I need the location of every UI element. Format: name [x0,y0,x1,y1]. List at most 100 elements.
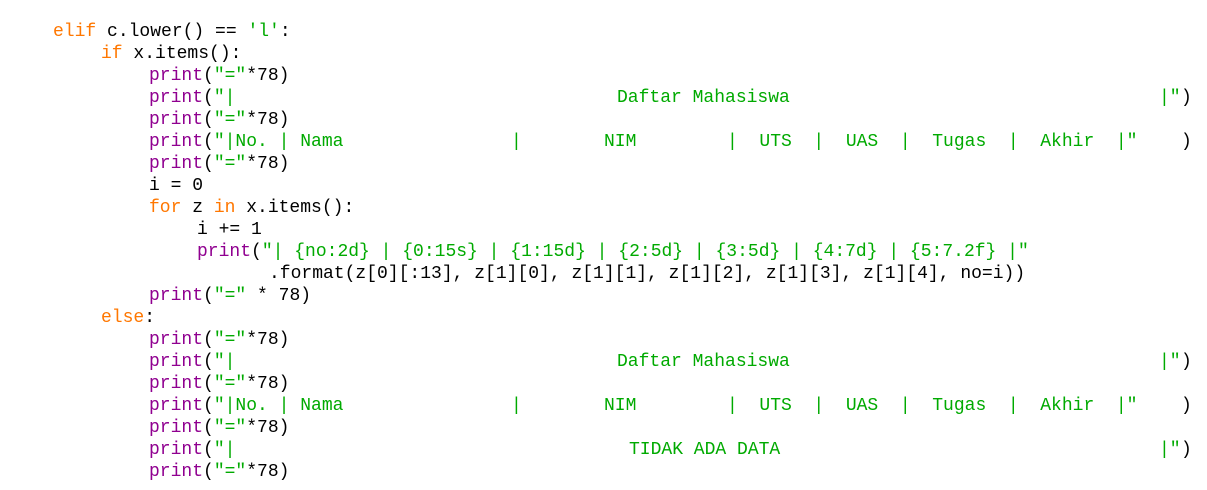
code-token: |" [1159,352,1181,372]
code-token: "=" [213,462,247,482]
code-token: x.items(): [235,198,355,218]
code-token: i = 0 [149,176,204,196]
code-token: elif [53,22,97,42]
code-token: print [149,132,204,152]
code-token: print [149,396,204,416]
code-token: print [197,242,252,262]
code-line: print("=" * 78) [0,285,1207,307]
code-token: ( [203,396,214,416]
code-token: "=" [213,66,247,86]
code-line: print("="*78) [0,373,1207,395]
code-token: print [149,330,204,350]
code-line: for z in x.items(): [0,197,1207,219]
code-token: for [149,198,182,218]
code-token: print [149,88,204,108]
code-token: "=" [213,418,247,438]
code-token: * 78) [246,286,312,306]
code-token: ( [203,110,214,130]
code-token: ) [1181,132,1192,152]
code-token: ( [203,154,214,174]
code-token: ( [203,286,214,306]
code-token: print [149,286,204,306]
code-token: print [149,374,204,394]
code-token: ( [251,242,262,262]
code-token: "| [213,352,236,372]
code-token: NIM [604,132,637,152]
code-token: "=" [213,330,247,350]
code-token: in [213,198,236,218]
code-token: z [181,198,214,218]
code-token: else [101,308,145,328]
code-token: *78) [246,462,290,482]
code-token: ( [203,88,214,108]
code-token: ( [203,440,214,460]
code-token: print [149,154,204,174]
code-line: print("="*78) [0,153,1207,175]
code-line: print("|No. | Nama | NIM | UTS | UAS | Tuga… [0,395,1207,417]
code-token: *78) [246,66,290,86]
code-token: c.lower() == [96,22,248,42]
code-token: if [101,44,123,64]
code-line: print("="*78) [0,109,1207,131]
code-line: print("| {no:2d} | {0:15s} | {1:15d} | {… [0,241,1207,263]
code-token: ) [1181,440,1192,460]
code-token: ) [1181,352,1192,372]
code-token: *78) [246,110,290,130]
code-token: Daftar Mahasiswa [617,352,790,372]
code-token: "| [213,440,236,460]
code-token: *78) [246,418,290,438]
code-token: ( [203,330,214,350]
code-token: | UTS | UAS | Tugas | Akhir |" [727,396,1138,416]
code-token: i += 1 [197,220,262,240]
code-token: *78) [246,330,290,350]
code-token: .format(z[0][:13], z[1][0], z[1][1], z[1… [269,264,1026,284]
code-token: print [149,462,204,482]
code-token: print [149,110,204,130]
code-token: |" [1159,88,1181,108]
code-line: print("| Daftar Mahasiswa |") [0,351,1207,373]
code-token: "=" [213,110,247,130]
code-line: print("| TIDAK ADA DATA |") [0,439,1207,461]
code-token: NIM [604,396,637,416]
code-line: else: [0,307,1207,329]
code-token: *78) [246,374,290,394]
code-token: print [149,440,204,460]
code-token: *78) [246,154,290,174]
code-token: "|No. | Nama [213,396,344,416]
code-line: print("="*78) [0,65,1207,87]
code-token: ( [203,462,214,482]
code-token: print [149,66,204,86]
code-token: TIDAK ADA DATA [629,440,781,460]
code-token: | [511,132,522,152]
code-line: print("|No. | Nama | NIM | UTS | UAS | Tuga… [0,131,1207,153]
code-token: : [279,22,291,42]
code-line: i = 0 [0,175,1207,197]
code-token: : [144,308,156,328]
code-token: "=" [213,286,247,306]
code-line: print("| Daftar Mahasiswa |") [0,87,1207,109]
code-token: 'l' [247,22,280,42]
code-token: print [149,418,204,438]
code-token: ( [203,66,214,86]
code-line: if x.items(): [0,43,1207,65]
code-token: "|No. | Nama [213,132,344,152]
code-token: ( [203,352,214,372]
code-line: .format(z[0][:13], z[1][0], z[1][1], z[1… [0,263,1207,285]
code-token: print [149,352,204,372]
code-token: "=" [213,374,247,394]
code-line: print("="*78) [0,329,1207,351]
code-token: "| {no:2d} | {0:15s} | {1:15d} | {2:5d} … [261,242,1029,262]
code-token: | UTS | UAS | Tugas | Akhir |" [727,132,1138,152]
code-line: print("="*78) [0,417,1207,439]
code-token: ) [1181,88,1192,108]
code-token: Daftar Mahasiswa [617,88,790,108]
code-token: |" [1159,440,1181,460]
code-token: "=" [213,154,247,174]
code-token: ( [203,374,214,394]
code-token: "| [213,88,236,108]
code-token: ( [203,418,214,438]
code-token: x.items(): [122,44,242,64]
code-line: elif c.lower() == 'l': [0,21,1207,43]
code-token: | [511,396,522,416]
code-editor[interactable]: elif c.lower() == 'l': if x.items(): pri… [0,21,1207,483]
